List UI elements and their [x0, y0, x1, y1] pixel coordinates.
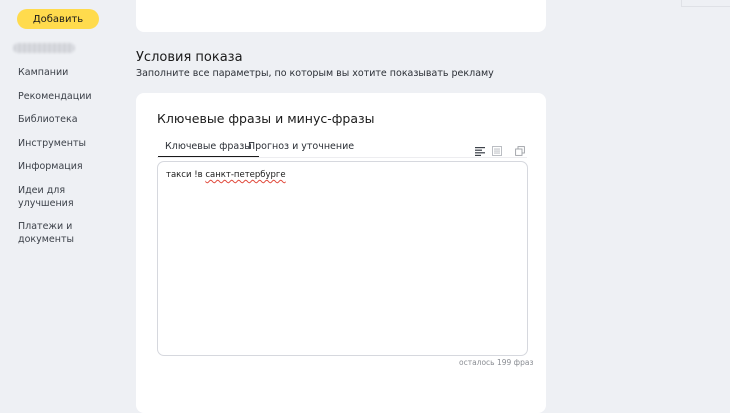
keywords-card-title: Ключевые фразы и минус-фразы: [157, 111, 375, 126]
remaining-phrases-counter: осталось 199 фраз: [459, 358, 534, 367]
keywords-editor-text[interactable]: такси !в санкт-петербурге: [166, 170, 286, 180]
section-subtitle: Заполните все параметры, по которым вы х…: [136, 68, 494, 79]
tab-forecast[interactable]: Прогноз и уточнение: [248, 141, 354, 152]
tab-divider: [157, 157, 527, 158]
keyword-phrase-text: такси !в: [166, 170, 206, 180]
section-title: Условия показа: [136, 50, 243, 65]
sidebar-item-campaigns[interactable]: Кампании: [18, 66, 68, 79]
keywords-card: Ключевые фразы и минус-фразы Ключевые фр…: [136, 93, 546, 413]
previous-section-card: [136, 0, 546, 32]
list-view-icon[interactable]: [492, 146, 502, 156]
sidebar-item-library[interactable]: Библиотека: [18, 113, 78, 126]
add-button[interactable]: Добавить: [17, 9, 99, 29]
keywords-editor[interactable]: такси !в санкт-петербурге: [157, 161, 528, 356]
sidebar-item-payments[interactable]: Платежи и документы: [18, 220, 80, 246]
tab-keywords[interactable]: Ключевые фразы: [158, 141, 259, 158]
sidebar: Добавить Кампании Рекомендации Библиотек…: [0, 0, 118, 389]
sidebar-item-tools[interactable]: Инструменты: [18, 137, 86, 150]
misspelled-word: санкт-петербурге: [205, 170, 286, 180]
sidebar-item-recommendations[interactable]: Рекомендации: [18, 90, 92, 103]
copy-icon[interactable]: [515, 146, 525, 156]
sidebar-item-information[interactable]: Информация: [18, 160, 83, 173]
sidebar-item-ideas[interactable]: Идеи для улучшения: [18, 184, 80, 210]
text-align-icon[interactable]: [475, 146, 485, 156]
right-panel-edge: [681, 0, 730, 7]
account-name-blurred[interactable]: [13, 43, 75, 53]
